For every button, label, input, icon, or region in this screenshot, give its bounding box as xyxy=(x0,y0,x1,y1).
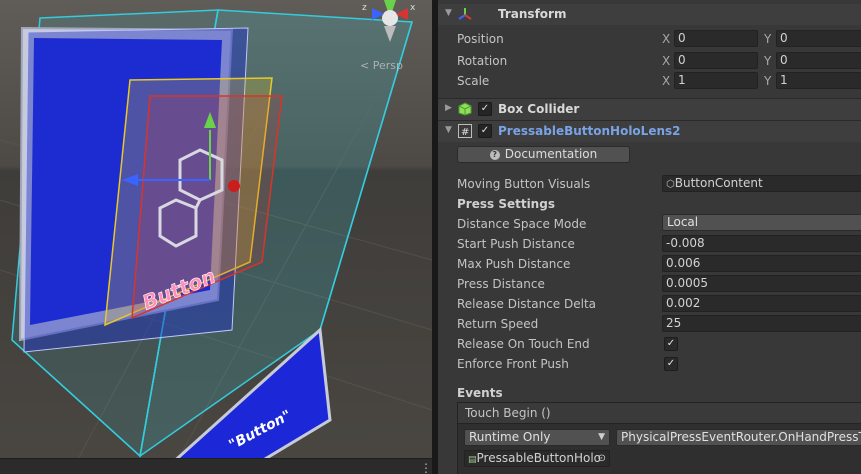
svg-text:#: # xyxy=(461,127,469,138)
transform-rotation-row: Rotation X 0 Y 0 xyxy=(438,51,861,71)
pressable-button-title[interactable]: PressableButtonHoloLens2 xyxy=(498,124,681,138)
box-collider-header[interactable]: ▶ ✓ Box Collider xyxy=(438,98,861,120)
start-push-distance-field[interactable]: -0.008 xyxy=(662,235,861,252)
chevron-down-icon[interactable]: ▼ xyxy=(445,125,452,135)
position-x-field[interactable]: 0 xyxy=(674,30,758,47)
script-hash-icon: # xyxy=(458,124,472,138)
enforce-front-push-label: Enforce Front Push xyxy=(457,357,569,371)
start-push-distance-label: Start Push Distance xyxy=(457,237,575,251)
moving-visuals-row: Moving Button Visuals ⬡ButtonContent xyxy=(438,174,861,194)
object-picker-icon[interactable]: ⊙ xyxy=(598,451,606,466)
max-push-distance-label: Max Push Distance xyxy=(457,257,571,271)
touch-begin-header: Touch Begin () xyxy=(458,403,861,424)
scene-bottom-bar: ⋮ xyxy=(0,458,432,474)
event-target-object-field[interactable]: ▤PressableButtonHolo ⊙ xyxy=(464,450,610,467)
press-distance-label: Press Distance xyxy=(457,277,545,291)
runtime-mode-value: Runtime Only xyxy=(469,430,551,444)
position-label: Position xyxy=(457,32,504,46)
touch-begin-label: Touch Begin () xyxy=(465,406,551,420)
max-push-distance-row: Max Push Distance 0.006 xyxy=(438,254,861,274)
svg-text:x: x xyxy=(410,3,416,13)
box-collider-title: Box Collider xyxy=(498,102,580,116)
rotation-y-axis: Y xyxy=(764,54,772,68)
rotation-x-field[interactable]: 0 xyxy=(674,52,758,69)
transform-position-row: Position X 0 Y 0 xyxy=(438,29,861,49)
scene-view[interactable]: Button "Button" z x < Persp ⋮ xyxy=(0,0,432,474)
runtime-mode-dropdown[interactable]: Runtime Only ▼ xyxy=(464,429,610,446)
method-dropdown[interactable]: PhysicalPressEventRouter.OnHandPressTo xyxy=(616,429,861,446)
rotation-y-field[interactable]: 0 xyxy=(776,52,861,69)
documentation-button[interactable]: ? Documentation xyxy=(457,146,630,163)
position-x-axis: X xyxy=(662,32,671,46)
chevron-right-icon[interactable]: ▶ xyxy=(445,103,452,113)
method-value: PhysicalPressEventRouter.OnHandPressTo xyxy=(621,430,861,444)
moving-visuals-label: Moving Button Visuals xyxy=(457,177,591,191)
release-distance-delta-field[interactable]: 0.002 xyxy=(662,295,861,312)
release-on-touch-end-label: Release On Touch End xyxy=(457,337,590,351)
svg-text:z: z xyxy=(362,3,367,13)
moving-visuals-field[interactable]: ⬡ButtonContent xyxy=(662,175,861,192)
documentation-label: Documentation xyxy=(504,147,598,161)
distance-space-mode-label: Distance Space Mode xyxy=(457,217,587,231)
kebab-menu-icon[interactable]: ⋮ xyxy=(420,461,432,474)
moving-visuals-value: ButtonContent xyxy=(674,176,763,190)
event-target-value: PressableButtonHolo xyxy=(476,451,602,465)
events-header: Events xyxy=(457,386,503,400)
transform-scale-row: Scale X 1 Y 1 xyxy=(438,71,861,91)
release-on-touch-end-checkbox[interactable]: ✓ xyxy=(664,337,678,351)
release-on-touch-end-row: Release On Touch End ✓ xyxy=(438,334,861,354)
start-push-distance-row: Start Push Distance -0.008 xyxy=(438,234,861,254)
max-push-distance-field[interactable]: 0.006 xyxy=(662,255,861,272)
press-distance-row: Press Distance 0.0005 xyxy=(438,274,861,294)
distance-space-mode-value: Local xyxy=(667,215,699,229)
return-speed-row: Return Speed 25 xyxy=(438,314,861,334)
release-distance-delta-row: Release Distance Delta 0.002 xyxy=(438,294,861,314)
pressable-enabled-checkbox[interactable]: ✓ xyxy=(478,124,492,138)
distance-space-mode-row: Distance Space Mode Local xyxy=(438,214,861,234)
position-y-axis: Y xyxy=(764,32,772,46)
distance-space-mode-dropdown[interactable]: Local xyxy=(662,214,861,231)
press-settings-header: Press Settings xyxy=(457,197,555,211)
object-cube-icon: ⬡ xyxy=(666,179,675,190)
projection-toggle[interactable]: < Persp xyxy=(360,59,403,72)
scale-y-field[interactable]: 1 xyxy=(776,72,861,89)
script-file-icon: ▤ xyxy=(468,455,477,465)
inspector-panel: ▼ Transform Position X 0 Y 0 Rotation X … xyxy=(438,0,861,474)
transform-icon xyxy=(458,8,472,20)
enforce-front-push-checkbox[interactable]: ✓ xyxy=(664,357,678,371)
chevron-down-icon[interactable]: ▼ xyxy=(445,8,452,18)
rotation-x-axis: X xyxy=(662,54,671,68)
transform-header[interactable]: ▼ Transform xyxy=(438,4,861,25)
touch-begin-event: Touch Begin () Runtime Only ▼ PhysicalPr… xyxy=(457,402,861,474)
scale-x-axis: X xyxy=(662,74,671,88)
help-icon: ? xyxy=(489,150,500,160)
pressable-button-header[interactable]: ▼ # ✓ PressableButtonHoloLens2 xyxy=(438,120,861,142)
scale-y-axis: Y xyxy=(764,74,772,88)
box-collider-enabled-checkbox[interactable]: ✓ xyxy=(478,102,492,116)
transform-title: Transform xyxy=(498,7,567,21)
position-y-field[interactable]: 0 xyxy=(776,30,861,47)
scale-label: Scale xyxy=(457,74,490,88)
rotation-label: Rotation xyxy=(457,54,508,68)
scale-x-field[interactable]: 1 xyxy=(674,72,758,89)
dropdown-arrow-icon: ▼ xyxy=(598,432,605,442)
press-distance-field[interactable]: 0.0005 xyxy=(662,275,861,292)
enforce-front-push-row: Enforce Front Push ✓ xyxy=(438,354,861,374)
return-speed-field[interactable]: 25 xyxy=(662,315,861,332)
return-speed-label: Return Speed xyxy=(457,317,539,331)
box-collider-icon xyxy=(458,102,472,116)
release-distance-delta-label: Release Distance Delta xyxy=(457,297,597,311)
